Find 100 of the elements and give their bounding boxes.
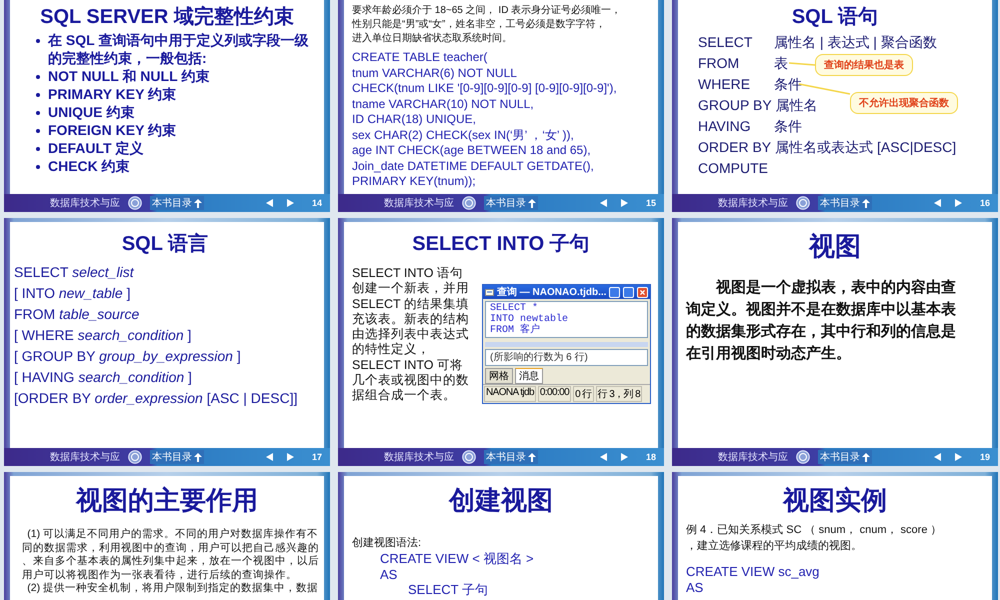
clause-text: 属性名 xyxy=(776,96,818,115)
code-line: CREATE VIEW < 视图名 > xyxy=(380,551,535,566)
page-number: 18 xyxy=(644,452,656,462)
previous-icon[interactable] xyxy=(266,453,273,461)
footer-title: 数据库技术与应 xyxy=(718,450,788,464)
sql-keyword: SELECT xyxy=(698,33,754,52)
bullet-icon xyxy=(36,147,40,151)
paragraph-text: 视图是一个虚拟表，表中的内容由查 询定义。视图并不是在数据库中以基本表 的数据集形式存在，其中行和列的信息是 在引用视图时动态产生。 xyxy=(686,277,957,364)
code-line: tname VARCHAR(10) NOT NULL, xyxy=(352,96,535,112)
slide-title: 创建视图 xyxy=(448,485,554,518)
code-line: CREATE TABLE teacher( xyxy=(352,50,488,66)
minimize-button[interactable] xyxy=(609,286,620,298)
sql-keyword: COMPUTE xyxy=(698,159,769,178)
syntax-line: [ HAVING search_condition ] xyxy=(14,368,193,387)
syntax-line: SELECT select_list xyxy=(14,263,135,282)
emblem-icon xyxy=(128,450,142,464)
clause-text: 条件 xyxy=(774,75,802,94)
sql-keyword: FROM xyxy=(698,54,740,73)
note-text: 要求年龄必须介于 18~65 之间， ID 表示身分证号必须唯一， 性别只能是“男”或“女”，姓名非空，工号必须是数字字符， 进入单位日期缺省状态取系统时间。 xyxy=(352,4,622,46)
slide-title: 视图 xyxy=(808,231,862,264)
next-icon[interactable] xyxy=(955,453,962,461)
query-editor[interactable]: SELECT * INTO newtable FROM 客户 xyxy=(485,301,648,338)
results-tab[interactable]: 消息 xyxy=(515,368,543,384)
code-line: tnum VARCHAR(6) NOT NULL xyxy=(352,66,518,81)
bullet-text: PRIMARY KEY 约束 xyxy=(48,85,176,103)
sql-keyword: HAVING xyxy=(698,117,752,136)
code-line: AS xyxy=(380,566,398,582)
bullet-icon xyxy=(36,75,40,79)
message-text: (所影响的行数为 6 行) xyxy=(490,351,589,364)
code-line: ID CHAR(18) UNIQUE, xyxy=(352,112,478,128)
toc-link[interactable]: 本书目录 xyxy=(484,196,538,210)
emblem-icon xyxy=(462,450,476,464)
footer-title: 数据库技术与应 xyxy=(50,450,120,464)
previous-icon[interactable] xyxy=(600,199,607,207)
status-text: 行 3，列 8 xyxy=(596,386,642,402)
clause-text: 属性名 | 表达式 | 聚合函数 xyxy=(774,33,937,52)
next-icon[interactable] xyxy=(955,199,962,207)
maximize-button[interactable] xyxy=(623,286,634,298)
footer-title: 数据库技术与应 xyxy=(384,196,454,210)
paragraph-text: (2) 提供一种安全机制，将用户限制到指定的数据集中，数据 xyxy=(26,582,316,596)
up-arrow-icon xyxy=(194,452,202,462)
slide-title: SELECT INTO 子句 xyxy=(411,232,591,257)
status-text: 0:00:00 xyxy=(538,386,572,402)
previous-icon[interactable] xyxy=(266,199,273,207)
code-line: Join_date DATETIME DEFAULT GETDATE(), xyxy=(352,158,595,174)
callout-note: 查询的结果也是表 xyxy=(815,54,913,76)
page-number: 17 xyxy=(310,452,322,462)
bullet-text: FOREIGN KEY 约束 xyxy=(48,121,176,139)
previous-icon[interactable] xyxy=(600,453,607,461)
footer-title: 数据库技术与应 xyxy=(718,196,788,210)
emblem-icon xyxy=(128,196,142,210)
bullet-icon xyxy=(36,129,40,133)
bullet-icon xyxy=(36,165,40,169)
bullet-text: DEFAULT 定义 xyxy=(48,139,144,157)
page-number: 14 xyxy=(310,198,322,208)
slide-title: SQL SERVER 域完整性约束 xyxy=(39,5,295,29)
up-arrow-icon xyxy=(194,198,202,208)
previous-icon[interactable] xyxy=(934,453,941,461)
next-icon[interactable] xyxy=(621,199,628,207)
close-button[interactable] xyxy=(637,286,648,298)
bullet-text: 在 SQL 查询语句中用于定义列或字段一级的完整性约束，一般包括: xyxy=(48,31,310,67)
slide-thumbnail[interactable]: 创建视图 创建视图语法: CREATE VIEW < 视图名 > AS SELECT 子句 xyxy=(338,472,664,600)
code-line: PRIMARY KEY(tnum)); xyxy=(352,174,477,190)
toc-link[interactable]: 本书目录 xyxy=(818,450,872,464)
up-arrow-icon xyxy=(862,198,870,208)
toc-link[interactable]: 本书目录 xyxy=(484,450,538,464)
bullet-icon xyxy=(36,39,40,43)
bullet-text: CHECK 约束 xyxy=(48,157,130,175)
syntax-line: [ORDER BY order_expression [ASC | DESC]] xyxy=(14,389,298,408)
bullet-icon xyxy=(36,111,40,115)
slide-title: SQL 语句 xyxy=(790,5,880,29)
results-tab[interactable]: 网格 xyxy=(485,368,513,384)
page-number: 19 xyxy=(978,452,990,462)
footer-title: 数据库技术与应 xyxy=(50,196,120,210)
syntax-line: FROM table_source xyxy=(14,305,140,324)
page-number: 16 xyxy=(978,198,990,208)
sql-keyword: GROUP BY xyxy=(698,96,772,115)
description-text: SELECT INTO 语句 创建一个新表，并用 SELECT 的结果集填 充该表。新表的结构 由选择列表中表达式 的特性定义， SELECT INTO 可将 几个表或视图中的数 据组合成一个表。 xyxy=(352,266,470,404)
toc-link[interactable]: 本书目录 xyxy=(818,196,872,210)
emblem-icon xyxy=(796,196,810,210)
paragraph-text: (1) 可以满足不同用户的需求。不同的用户对数据库操作有不 同的数据需求，利用视图中的查询，用户可以把自己感兴趣的 、来自多个基本表的属性列集中起来，放在一个视图中，以后 用户可以将视图作为一张表看待，进行后续的查询操作。 xyxy=(22,528,316,582)
up-arrow-icon xyxy=(528,198,536,208)
query-icon xyxy=(485,288,494,296)
sql-keyword: WHERE xyxy=(698,75,752,94)
scroll-bar[interactable] xyxy=(485,342,648,347)
toc-link[interactable]: 本书目录 xyxy=(150,196,204,210)
slide-thumbnail[interactable]: 视图 视图是一个虚拟表，表中的内容由查 询定义。视图并不是在数据库中以基本表 的数据集形式存在，其中行和列的信息是 在引用视图时动态产生。 数据库技术与应 本书目录 19 xyxy=(672,218,998,466)
slide-thumbnail[interactable]: 视图的主要作用 (1) 可以满足不同用户的需求。不同的用户对数据库操作有不 同的数据需求，利用视图中的查询，用户可以把自己感兴趣的 、来自多个基本表的属性列集中起来，放在一个视图中，以后 用户可以将视图作为一张表看待，进行后续的查询操作。 (2) 提供一种安全机制，将用户限制到指定的数据集中，数据 xyxy=(4,472,330,600)
toc-link[interactable]: 本书目录 xyxy=(150,450,204,464)
next-icon[interactable] xyxy=(287,453,294,461)
page-number: 15 xyxy=(644,198,656,208)
code-line: CREATE VIEW sc_avg xyxy=(686,564,820,580)
slide-thumbnail[interactable]: SQL 语句 SELECT 属性名 | 表达式 | 聚合函数 FROM 表 WHERE 条件 GROUP BY 属性名 HAVING 条件 ORDER BY 属性名或表达式 [ASC|DESC] COMPUTE 查询的结果也是表 不允许出现聚合函数 数据库技术与应 本书目录 16 xyxy=(672,0,998,212)
next-icon[interactable] xyxy=(287,199,294,207)
slide-thumbnail[interactable]: 视图实例 例 4．已知关系模式 SC （ snum， cnum， score ） ，建立选修课程的平均成绩的视图。 CREATE VIEW sc_avg AS xyxy=(672,472,998,600)
slide-title: 视图的主要作用 xyxy=(74,485,259,518)
next-icon[interactable] xyxy=(621,453,628,461)
status-text: 0 行 xyxy=(573,386,594,402)
previous-icon[interactable] xyxy=(934,199,941,207)
slide-thumbnail[interactable]: SQL SERVER 域完整性约束 在 SQL 查询语句中用于定义列或字段一级的完整性约束，一般包括: NOT NULL 和 NULL 约束 PRIMARY KEY 约束 UNIQUE 约束 FOREIGN KEY 约束 DEFAULT 定义 CHECK 约束 数据库技术与应 本书目录 14 xyxy=(4,0,330,212)
